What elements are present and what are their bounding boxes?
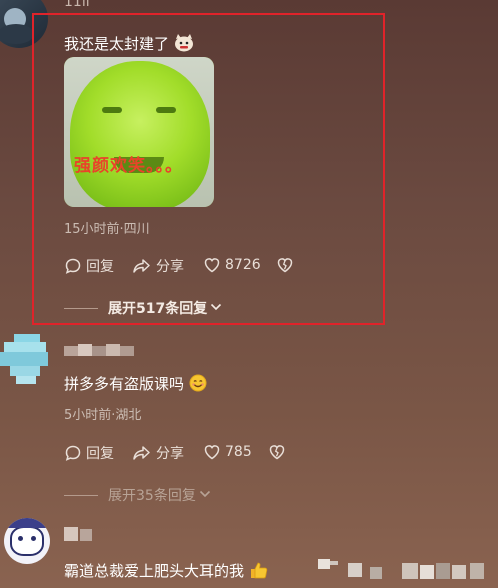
username-pixelated[interactable] <box>64 342 134 356</box>
dislike-button[interactable] <box>268 443 286 461</box>
username-pixelated[interactable] <box>64 527 94 541</box>
comment-text-content: 拼多多有盗版课吗 <box>64 375 185 393</box>
broken-heart-icon <box>268 443 286 461</box>
heart-icon <box>203 443 221 461</box>
divider-line <box>64 494 98 496</box>
comment-text-content: 霸道总裁爱上肥头大耳的我 <box>64 562 245 580</box>
reply-icon <box>64 444 82 462</box>
comment-meta: 5小时前·湖北 <box>64 408 142 423</box>
share-button[interactable]: 分享 <box>132 443 184 463</box>
share-label: 分享 <box>156 446 184 462</box>
expand-replies-label: 展开35条回复 <box>108 488 196 504</box>
comment-text: 霸道总裁爱上肥头大耳的我 <box>64 560 269 583</box>
reply-button[interactable]: 回复 <box>64 443 114 463</box>
avatar[interactable] <box>4 518 50 564</box>
username[interactable]: 11ii^ <box>64 0 101 10</box>
avatar[interactable] <box>0 334 52 386</box>
like-count: 785 <box>225 444 252 460</box>
comment-text: 拼多多有盗版课吗 <box>64 373 207 396</box>
share-icon <box>132 444 152 462</box>
thumbs-up-icon <box>249 561 269 583</box>
expand-replies-button[interactable]: 展开35条回复 <box>64 485 211 505</box>
reply-label: 回复 <box>86 446 114 462</box>
sticker-thumbnail[interactable] <box>318 555 498 585</box>
like-button[interactable]: 785 <box>203 443 252 461</box>
smile-emoji-icon <box>189 374 207 396</box>
highlight-box <box>32 13 385 325</box>
chevron-down-icon <box>199 487 211 503</box>
